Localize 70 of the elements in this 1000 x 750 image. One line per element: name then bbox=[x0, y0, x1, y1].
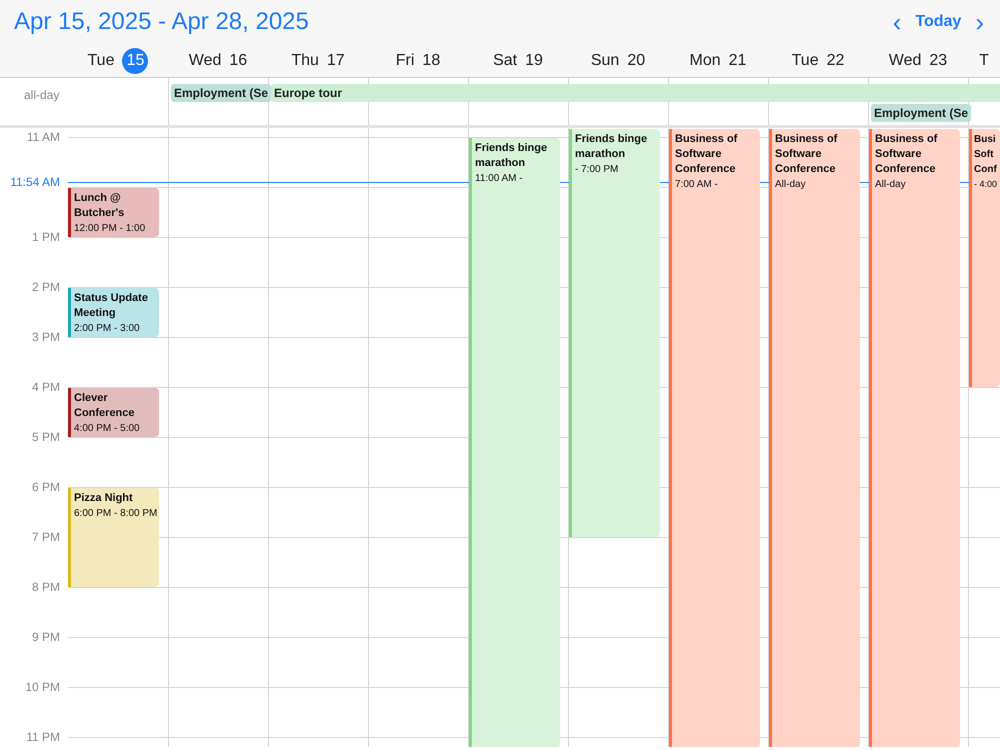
event-card[interactable]: Lunch @ Butcher's 12:00 PM - 1:00 bbox=[68, 188, 159, 237]
weekday-label: Wed bbox=[888, 50, 922, 71]
next-button[interactable]: › bbox=[973, 9, 986, 36]
event-title: Clever Conference bbox=[74, 391, 136, 421]
day-number: 15 bbox=[122, 48, 148, 74]
event-card[interactable]: Friends binge marathon 11:00 AM - bbox=[469, 138, 560, 747]
weekday-label: Sat bbox=[493, 50, 518, 71]
event-card[interactable]: Busi Soft Conf - 4:00 bbox=[969, 129, 1000, 387]
all-day-label: all-day bbox=[24, 87, 60, 104]
event-time: 2:00 PM - 3:00 bbox=[74, 322, 141, 336]
hour-label: 9 PM bbox=[32, 630, 60, 644]
hour-label: 2 PM bbox=[32, 280, 60, 294]
event-time: All-day bbox=[775, 178, 807, 192]
event-time: 7:00 AM - bbox=[675, 178, 719, 192]
weekday-label: Sun bbox=[590, 50, 620, 71]
weekday-label: Tue bbox=[88, 50, 114, 71]
event-time: - 4:00 bbox=[974, 178, 998, 191]
weekday-label: Wed bbox=[188, 50, 222, 71]
event-card[interactable]: Business of Software Conference All-day bbox=[869, 129, 960, 747]
day-number: 20 bbox=[627, 50, 646, 71]
day-number: 19 bbox=[525, 50, 543, 71]
hour-label: 5 PM bbox=[32, 430, 60, 444]
day-number: 21 bbox=[728, 50, 746, 71]
weekday-label: Tue bbox=[792, 50, 819, 71]
day-number: 18 bbox=[422, 50, 440, 71]
weekday-label: Thu bbox=[291, 50, 319, 71]
hour-label: 11 PM bbox=[26, 730, 60, 744]
event-title: Business of Software Conference bbox=[775, 132, 838, 177]
day-number: 16 bbox=[229, 50, 248, 71]
event-title: Friends binge marathon bbox=[475, 141, 548, 171]
event-title: Lunch @ Butcher's bbox=[74, 191, 126, 221]
event-time: 4:00 PM - 5:00 bbox=[74, 422, 141, 436]
current-time-label: 11:54 AM bbox=[10, 175, 60, 189]
hour-label: 10 PM bbox=[25, 680, 60, 694]
all-day-event[interactable]: Europe tour bbox=[271, 84, 1000, 102]
event-time: All-day bbox=[875, 178, 907, 192]
event-card[interactable]: Business of Software Conference 7:00 AM - bbox=[669, 129, 760, 747]
weekday-label: Fri bbox=[396, 50, 414, 71]
hour-label: 8 PM bbox=[32, 580, 60, 594]
hour-label: 6 PM bbox=[32, 480, 60, 494]
event-card[interactable]: Business of Software Conference All-day bbox=[769, 129, 860, 747]
event-time: 6:00 PM - 8:00 PM bbox=[74, 507, 156, 521]
date-range-title: Apr 15, 2025 - Apr 28, 2025 bbox=[14, 7, 309, 38]
event-card[interactable]: Clever Conference 4:00 PM - 5:00 bbox=[68, 388, 159, 437]
event-time: 12:00 PM - 1:00 bbox=[74, 222, 146, 236]
weekday-label: Mon bbox=[690, 50, 721, 71]
weekday-label: T bbox=[979, 50, 989, 71]
event-title: Busi Soft Conf bbox=[974, 133, 998, 177]
day-number: 17 bbox=[326, 50, 345, 71]
event-card[interactable]: Friends binge marathon - 7:00 PM bbox=[569, 129, 660, 537]
event-title: Friends binge marathon bbox=[575, 132, 648, 162]
day-number: 22 bbox=[826, 50, 844, 71]
all-day-event[interactable]: Employment (Se bbox=[871, 104, 972, 122]
hour-label: 1 PM bbox=[32, 230, 60, 244]
hour-label: 3 PM bbox=[32, 330, 60, 344]
all-day-event[interactable]: Employment (Se bbox=[171, 84, 272, 102]
event-time: 11:00 AM - bbox=[475, 172, 524, 186]
hour-label: 11 AM bbox=[26, 130, 60, 144]
event-title: Business of Software Conference bbox=[875, 132, 938, 177]
today-button[interactable]: Today bbox=[915, 10, 962, 34]
event-title: Pizza Night bbox=[74, 491, 134, 506]
event-time: - 7:00 PM bbox=[575, 163, 620, 177]
day-number: 23 bbox=[929, 50, 948, 71]
event-card[interactable]: Status Update Meeting 2:00 PM - 3:00 bbox=[68, 288, 159, 337]
event-title: Business of Software Conference bbox=[675, 132, 738, 177]
hour-label: 4 PM bbox=[32, 380, 60, 394]
previous-button[interactable]: ‹ bbox=[890, 9, 904, 36]
event-title: Status Update Meeting bbox=[74, 291, 149, 321]
hour-label: 7 PM bbox=[32, 530, 60, 544]
event-card[interactable]: Pizza Night 6:00 PM - 8:00 PM bbox=[68, 488, 159, 587]
